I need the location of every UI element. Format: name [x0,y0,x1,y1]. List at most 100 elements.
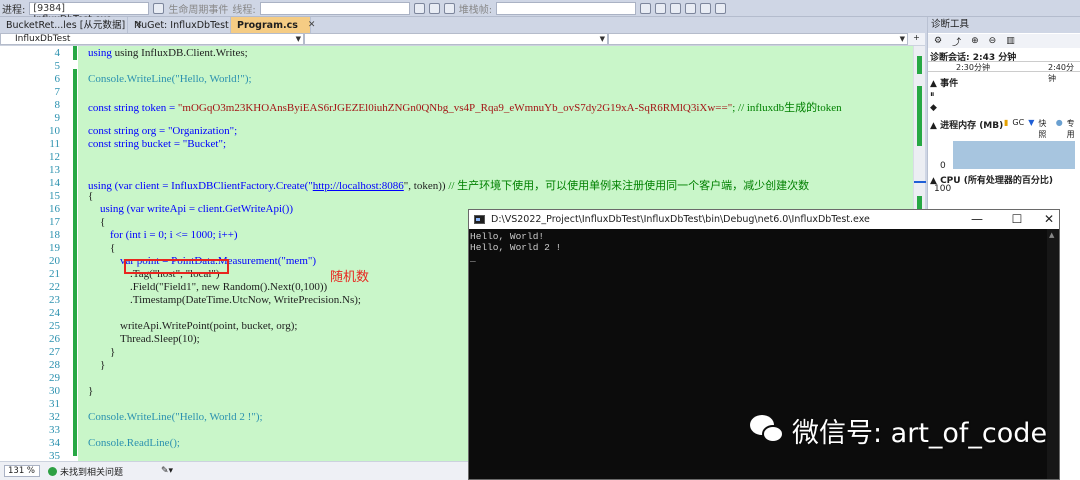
issues-text: 未找到相关问题 [60,467,124,478]
scroll-up-icon[interactable]: ▲ [1049,231,1054,239]
line-number: 24 [49,307,60,319]
zoom-out-icon[interactable]: ⊖ [989,36,997,46]
document-tabs: BucketRet...les [从元数据] ✕ NuGet: InfluxDb… [0,17,925,33]
line-number: 18 [49,229,60,241]
thread-filter-icon[interactable] [413,2,425,14]
code-link[interactable]: http://localhost:8086 [313,180,404,192]
line-number: 13 [49,164,60,176]
thread-group-icon[interactable] [443,2,455,14]
line-number: 34 [49,437,60,449]
memory-label: ▲ 进程内存 (MB) [930,121,1004,131]
process-dropdown[interactable]: [9384] InfluxDbTest.exe [29,1,150,25]
annotation-text: 随机数 [330,270,370,285]
toolbar-icon-2[interactable] [655,2,667,14]
lifecycle-icon[interactable] [153,2,165,14]
line-number: 20 [49,255,60,267]
project-dropdown[interactable]: InfluxDbTest ▼ [0,33,304,45]
close-icon[interactable]: ✕ [308,18,316,33]
console-line: Hello, World 2 ! [470,242,562,253]
toolbar-icon-5[interactable] [700,2,712,14]
thread-flag-icon[interactable] [428,2,440,14]
export-icon[interactable]: ⤴ [952,35,961,48]
line-number: 9 [54,112,61,124]
line-number: 27 [49,346,60,358]
console-cursor: _ [470,253,476,264]
split-icon[interactable]: + [908,33,925,45]
tab-label: BucketRet...les [从元数据] [6,19,126,31]
code-line: } [88,385,94,397]
code-text: const string token = [88,102,178,114]
tick-label: 2:40分钟 [1048,63,1074,83]
brush-icon[interactable]: ✎▾ [161,466,173,476]
toolbar-icon-6[interactable] [715,2,727,14]
line-number: 10 [49,125,60,137]
line-number: 22 [49,281,60,293]
close-icon[interactable]: ✕ [1035,210,1063,229]
code-line: writeApi.WritePoint(point, bucket, org); [120,320,298,332]
tab-program-cs[interactable]: Program.cs ✕ [231,17,315,33]
code-line: Console.WriteLine("Hello, World!"); [88,73,252,85]
minimize-icon[interactable]: — [963,210,991,229]
console-titlebar[interactable]: D:\VS2022_Project\InfluxDbTest\InfluxDbT… [469,210,1059,229]
tab-nuget[interactable]: NuGet: InfluxDbTest [128,17,231,33]
zoom-dropdown[interactable]: 131 % [4,465,40,477]
toolbar-icon-1[interactable] [640,2,652,14]
memory-text: 进程内存 (MB) [940,121,1004,131]
code-line: using (var client = InfluxDBClientFactor… [88,177,809,193]
chart-icon[interactable]: ▥ [1006,36,1015,46]
diamond-icon: ◆ [930,103,937,113]
line-number: 4 [54,47,61,59]
change-marker [73,69,77,456]
line-number: 11 [49,138,60,150]
code-line: const string bucket = "Bucket"; [88,138,226,150]
caret-mark [914,181,926,183]
chevron-down-icon: ▼ [599,35,605,43]
code-line: { [88,190,94,202]
memory-legend: ▮ GC ▼ 快照 ● 专用 [1004,118,1080,140]
line-number: 26 [49,333,60,345]
line-number: 21 [49,268,60,280]
check-circle-icon [48,466,57,476]
toolbar-icon-4[interactable] [685,2,697,14]
tick-label: 2:30分钟 [956,63,990,72]
issues-indicator[interactable]: 未找到相关问题 [48,465,123,478]
line-number: 8 [54,99,61,111]
line-number: 28 [49,359,60,371]
line-number: 15 [49,190,60,202]
code-line: } [100,359,106,371]
stackframe-dropdown[interactable] [496,1,637,15]
watermark-text: 微信号: art_of_code [792,417,1048,449]
tab-label: Program.cs [237,19,298,31]
diag-toolbar: ⚙ ⤴ ⊕ ⊖ ▥ [928,34,1080,48]
zoom-in-icon[interactable]: ⊕ [971,36,979,46]
code-string: "mOGqO3m23KHOAnsByiEAS6rJGEZEl0iuhZNGn0Q… [177,102,733,114]
lifecycle-events-label[interactable]: 生命周期事件 [168,1,228,16]
code-line: { [110,242,116,254]
debug-toolbar: 进程: [9384] InfluxDbTest.exe 生命周期事件 线程: 堆… [0,0,1080,25]
gear-icon[interactable]: ⚙ [934,36,942,46]
code-line: } [110,346,116,358]
line-number-gutter: 4 5 6 7 8 9 10 11 12 13 14 15 16 17 18 1… [0,46,87,462]
line-number: 23 [49,294,60,306]
code-line: using (var writeApi = client.GetWriteApi… [100,203,294,215]
legend-snapshot: 快照 [1038,119,1047,139]
cpu-max-label: 100 [934,184,952,194]
thread-dropdown[interactable] [259,1,410,15]
code-line: const string org = "Organization"; [88,125,238,137]
line-number: 31 [49,398,60,410]
events-label: ▲ 事件 [930,79,959,89]
wechat-icon [750,415,784,445]
memory-zero-label: 0 [940,161,946,171]
stackframe-label: 堆栈帧: [458,4,493,16]
tab-bucketret[interactable]: BucketRet...les [从元数据] ✕ [0,17,143,33]
code-line: { [100,216,106,228]
maximize-icon[interactable]: ☐ [1003,210,1031,229]
line-number: 5 [54,60,61,72]
type-dropdown[interactable]: ▼ [304,33,608,45]
timeline-ruler[interactable]: 2:30分钟 2:40分钟 [928,61,1080,83]
console-scrollbar[interactable]: ▲ [1047,229,1059,479]
toolbar-icon-3[interactable] [670,2,682,14]
line-number: 14 [49,177,60,189]
member-dropdown[interactable]: ▼ [608,33,908,45]
change-marker [73,46,77,60]
